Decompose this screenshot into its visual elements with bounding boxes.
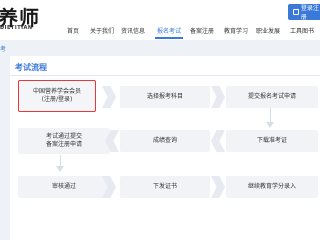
nav-item-tools[interactable]: 工具图书: [290, 26, 314, 35]
nav-item-home[interactable]: 首页: [67, 26, 79, 35]
step-submit-registration[interactable]: 考试通过提交 备案注册申请: [18, 128, 110, 154]
flow-arrow-down: [56, 166, 64, 172]
nav-item-career[interactable]: 职业发展: [256, 26, 280, 35]
step-issue-certificate[interactable]: 下发证书: [120, 176, 210, 198]
step-member-login-line1: 中国营养学会会员: [32, 88, 81, 95]
login-register-label: 登录注册: [300, 5, 319, 21]
nav-item-about[interactable]: 关于我们: [90, 26, 114, 35]
step-score-query[interactable]: 成绩查询: [120, 130, 210, 152]
flow-arrow-down: [266, 122, 274, 128]
step-submit-application[interactable]: 提交报名考试申请: [226, 86, 318, 108]
nav-item-education[interactable]: 教育学习: [224, 26, 248, 35]
login-register-button[interactable]: 登录注册: [288, 4, 320, 21]
step-review-passed[interactable]: 审核通过: [18, 176, 110, 198]
nav-item-registration[interactable]: 备案注册: [190, 26, 214, 35]
nav-item-exam[interactable]: 报名考试: [157, 26, 181, 35]
step-member-login[interactable]: 中国营养学会会员 (注册/登录): [18, 80, 96, 112]
step-continuing-education[interactable]: 继续教育学分录入: [226, 176, 318, 198]
breadcrumb[interactable]: 考: [0, 44, 6, 53]
site-header: 养师 DIETITIAN 登录注册 首页 关于我们 资讯信息 报名考试 备案注册…: [0, 0, 320, 40]
section-divider: [10, 75, 320, 76]
user-icon: [293, 9, 299, 15]
step-select-subject[interactable]: 选择报考科目: [120, 86, 210, 108]
step-download-admission[interactable]: 下载准考证: [226, 130, 318, 152]
step-submit-registration-line2: 备案注册申请: [45, 141, 82, 148]
main-nav: 首页 关于我们 资讯信息 报名考试 备案注册 教育学习 职业发展 工具图书: [0, 24, 320, 38]
nav-active-indicator: [155, 37, 183, 39]
nav-item-news[interactable]: 资讯信息: [121, 26, 145, 35]
step-member-login-line2: (注册/登录): [41, 96, 73, 103]
step-submit-registration-line1: 考试通过提交: [45, 133, 82, 140]
section-title: 考试流程: [15, 63, 47, 72]
